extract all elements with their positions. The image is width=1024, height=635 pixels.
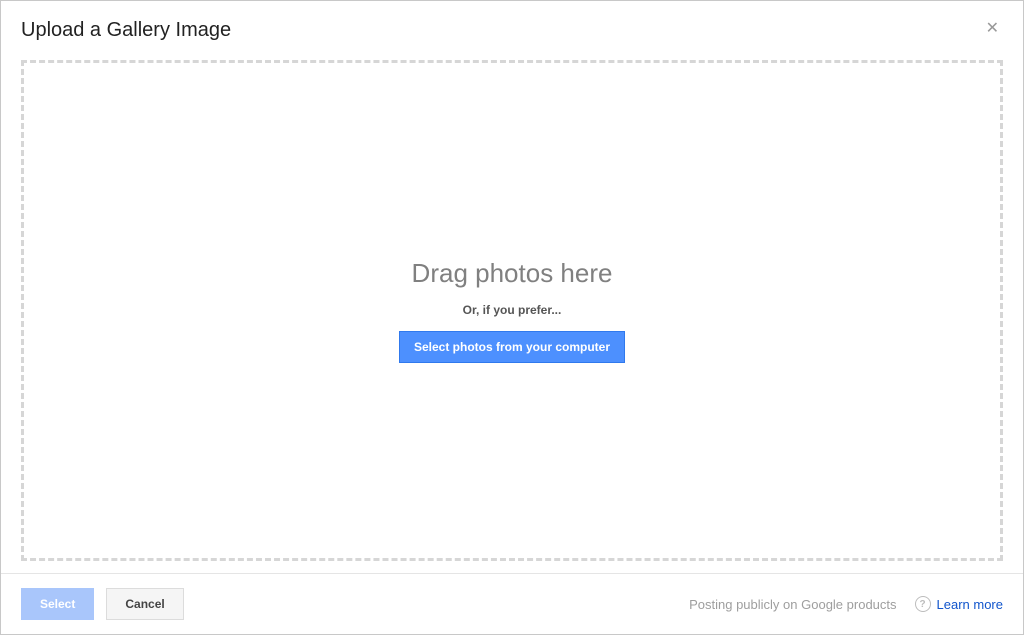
modal-header: Upload a Gallery Image ✕ [1,1,1023,54]
learn-more-link[interactable]: Learn more [937,597,1003,612]
modal-footer: Select Cancel Posting publicly on Google… [1,573,1023,634]
help-icon[interactable]: ? [915,596,931,612]
footer-right: Posting publicly on Google products ? Le… [689,596,1003,612]
modal-title: Upload a Gallery Image [21,19,231,42]
photo-dropzone[interactable]: Drag photos here Or, if you prefer... Se… [21,60,1003,561]
upload-modal: Upload a Gallery Image ✕ Drag photos her… [0,0,1024,635]
or-prefer-text: Or, if you prefer... [463,303,562,317]
drag-instruction-text: Drag photos here [412,258,613,289]
select-photos-button[interactable]: Select photos from your computer [399,331,625,363]
close-icon[interactable]: ✕ [982,19,1003,39]
cancel-button[interactable]: Cancel [106,588,183,620]
dropzone-wrapper: Drag photos here Or, if you prefer... Se… [1,54,1023,573]
select-button[interactable]: Select [21,588,94,620]
posting-publicly-text: Posting publicly on Google products [689,597,896,612]
learn-more-group: ? Learn more [915,596,1003,612]
